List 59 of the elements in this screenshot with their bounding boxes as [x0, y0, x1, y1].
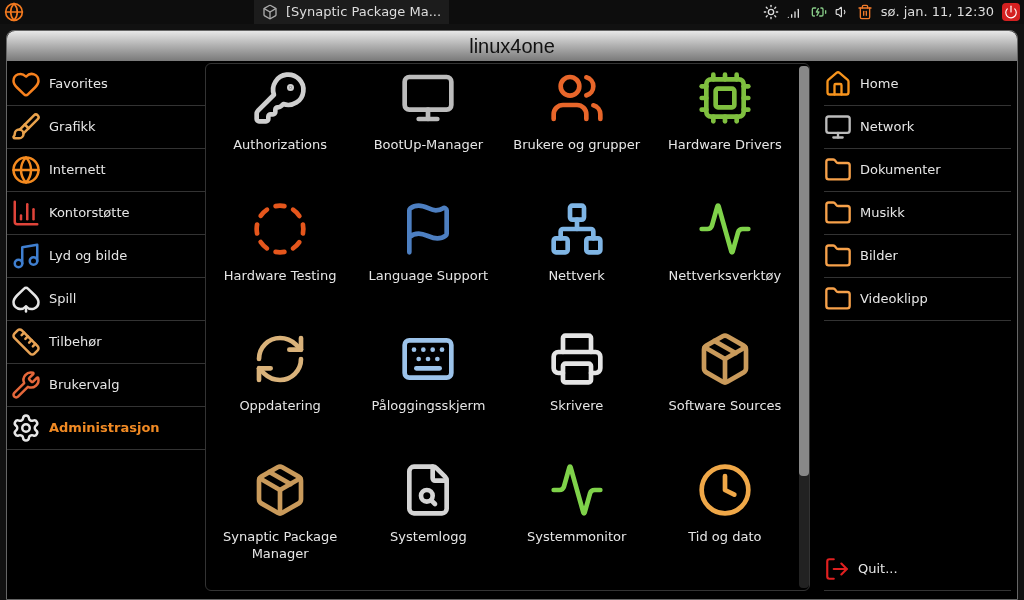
app-launcher[interactable]: Brukere og grupper — [502, 68, 651, 199]
place-item[interactable]: Videoklipp — [824, 278, 1011, 321]
quit-item[interactable]: Quit... — [824, 548, 1011, 591]
computer-icon — [824, 113, 852, 141]
category-item[interactable]: Tilbehør — [7, 321, 205, 364]
app-launcher[interactable]: Nettverk — [502, 198, 651, 329]
category-item[interactable]: Kontorstøtte — [7, 192, 205, 235]
category-item[interactable]: Lyd og bilde — [7, 235, 205, 278]
app-launcher[interactable]: Authorizations — [206, 68, 355, 199]
app-launcher[interactable]: Systemlogg — [354, 459, 503, 590]
network-icon — [548, 200, 605, 257]
category-item[interactable]: Internett — [7, 149, 205, 192]
app-launcher[interactable]: Oppdatering — [206, 329, 355, 460]
category-item[interactable]: Administrasjon — [7, 407, 205, 450]
brush-icon — [11, 112, 41, 142]
folder-icon — [824, 242, 852, 270]
printer-icon — [548, 331, 605, 387]
category-item[interactable]: Brukervalg — [7, 364, 205, 407]
taskbar-button[interactable]: [Synaptic Package Ma... — [254, 0, 450, 24]
place-item[interactable]: Home — [824, 63, 1011, 106]
ring-icon — [252, 200, 309, 257]
app-launcher[interactable]: Systemmonitor — [502, 459, 651, 590]
app-launcher[interactable]: Tid og dato — [650, 459, 799, 590]
globe-icon — [11, 155, 41, 185]
sun-icon[interactable] — [762, 4, 779, 20]
power-icon[interactable] — [1002, 3, 1020, 21]
ruler-icon — [11, 327, 41, 357]
folder-icon — [824, 285, 852, 313]
place-item[interactable]: Dokumenter — [824, 149, 1011, 192]
category-item[interactable]: Favorites — [7, 63, 205, 106]
trash-icon[interactable] — [856, 4, 873, 20]
app-launcher[interactable]: Nettverksverktøy — [650, 198, 799, 329]
gear-icon — [11, 413, 41, 443]
app-launcher[interactable]: Skrivere — [502, 329, 651, 460]
battery-icon[interactable] — [810, 4, 827, 20]
window-title: linux4one — [469, 34, 555, 59]
app-launcher[interactable]: Påloggingsskjerm — [354, 329, 503, 460]
category-item[interactable]: Grafikk — [7, 106, 205, 149]
app-launcher[interactable]: Language Support — [354, 198, 503, 329]
place-item[interactable]: Musikk — [824, 192, 1011, 235]
chip-icon — [696, 70, 753, 126]
place-item[interactable]: Network — [824, 106, 1011, 149]
package-icon — [262, 4, 278, 20]
category-item[interactable]: Spill — [7, 278, 205, 321]
wrench-icon — [11, 370, 41, 400]
app-launcher[interactable]: Synaptic Package Manager — [206, 459, 355, 590]
folder-icon — [824, 156, 852, 184]
bar-chart-icon — [11, 198, 41, 228]
app-launcher[interactable]: Software Sources — [650, 329, 799, 460]
app-launcher[interactable]: Hardware Testing — [206, 198, 355, 329]
folder-icon — [824, 199, 852, 227]
keys-icon — [252, 70, 309, 126]
app-launcher[interactable]: BootUp-Manager — [354, 68, 503, 199]
scrollbar[interactable] — [799, 66, 809, 588]
clock-icon — [696, 461, 753, 518]
place-item[interactable]: Bilder — [824, 235, 1011, 278]
clock-text[interactable]: sø. jan. 11, 12:30 — [880, 2, 994, 22]
app-launcher[interactable]: Hardware Drivers — [650, 68, 799, 199]
music-note-icon — [11, 241, 41, 271]
